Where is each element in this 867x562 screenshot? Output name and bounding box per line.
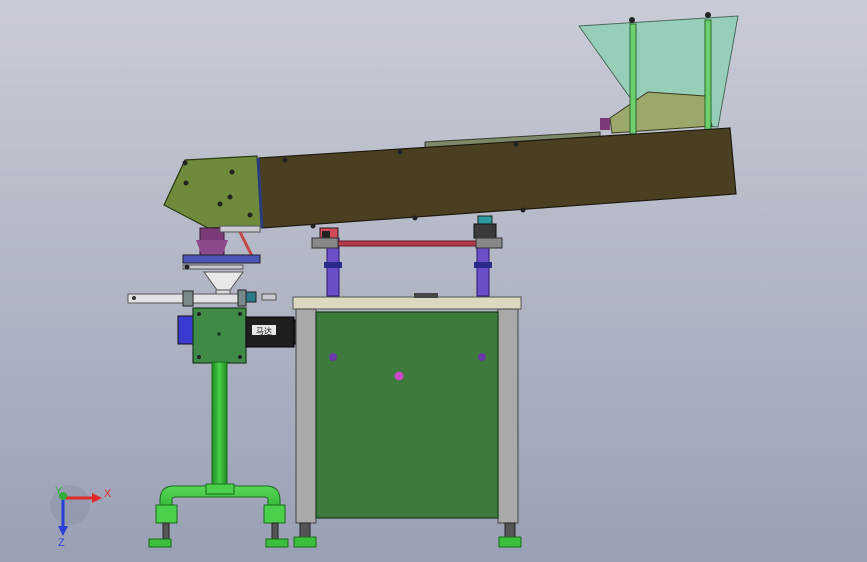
z-axis-label: Z — [58, 537, 65, 549]
hopper-clip — [600, 118, 610, 130]
x-axis-label: X — [104, 488, 112, 500]
base-cabinet — [292, 293, 522, 548]
hopper-post-left — [629, 23, 637, 135]
hopper-bolt-2 — [705, 12, 711, 18]
cabinet-panel — [315, 311, 499, 519]
y-axis-label: Y — [55, 485, 63, 497]
feed-plate — [182, 254, 261, 264]
cabinet-top — [292, 296, 522, 310]
drive-belt — [313, 240, 503, 247]
hopper-post-right — [704, 19, 712, 131]
model-canvas[interactable]: 马达 X Y Z — [0, 0, 867, 562]
cad-viewport[interactable]: 马达 X Y Z — [0, 0, 867, 562]
feed-rail — [182, 264, 244, 270]
motor-nameplate-text: 马达 — [256, 326, 272, 336]
cabinet-frame-right — [497, 308, 519, 524]
cabinet-frame-left — [295, 308, 317, 524]
hopper-bolt-1 — [629, 17, 635, 23]
